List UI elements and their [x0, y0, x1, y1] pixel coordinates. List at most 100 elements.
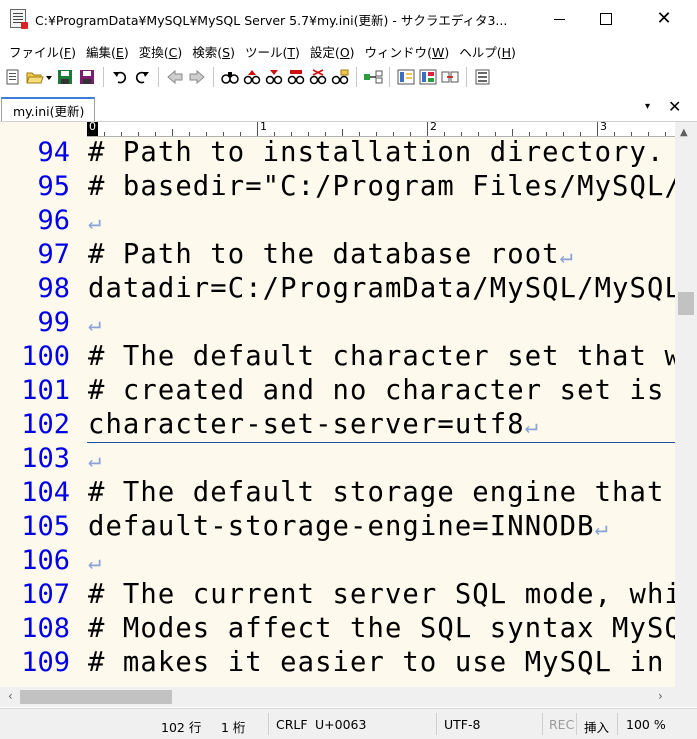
save-button[interactable]	[55, 66, 75, 88]
close-button[interactable]: ✕	[641, 0, 687, 38]
minimize-button[interactable]	[536, 0, 582, 38]
line-number[interactable]: 97	[0, 238, 70, 272]
editor-line[interactable]: 100 # The default character set that wi	[0, 340, 697, 374]
line-text: ↵	[88, 204, 102, 240]
status-zoom[interactable]: 100 %	[626, 717, 666, 732]
search-highlight-button[interactable]	[286, 66, 306, 88]
menu-item-s[interactable]: 検索(S)	[187, 42, 240, 61]
line-text: ↵	[88, 306, 102, 342]
search-clear-button[interactable]	[308, 66, 328, 88]
maximize-button[interactable]	[583, 0, 629, 38]
editor-line[interactable]: 108 # Modes affect the SQL syntax MySQL	[0, 612, 697, 646]
save-as-button[interactable]	[77, 66, 97, 88]
menu-item-t[interactable]: ツール(T)	[240, 42, 305, 61]
status-insert-mode[interactable]: 挿入	[584, 717, 609, 736]
eol-return-icon: ↵	[594, 516, 609, 541]
editor-line[interactable]: 95 # basedir="C:/Program Files/MySQL/M	[0, 170, 697, 204]
editor-line[interactable]: 109 # makes it easier to use MySQL in d	[0, 646, 697, 680]
grep-button[interactable]	[363, 66, 383, 88]
menu-item-f[interactable]: ファイル(F)	[4, 42, 81, 61]
editor-line[interactable]: 99 ↵	[0, 306, 675, 340]
ruler-mark-label: 1	[260, 122, 267, 133]
menu-item-label: ウィンドウ	[364, 44, 428, 60]
move-back-button[interactable]	[165, 66, 185, 88]
search-down-button[interactable]	[264, 66, 284, 88]
status-column: 1 桁	[221, 720, 246, 735]
replace-button[interactable]	[330, 66, 350, 88]
settings-list-button[interactable]	[473, 66, 493, 88]
tab-label: my.ini(更新)	[13, 103, 85, 119]
line-number[interactable]: 94	[0, 136, 70, 170]
eol-return-icon: ↵	[88, 210, 103, 235]
new-file-button[interactable]	[3, 66, 23, 88]
undo-button[interactable]	[110, 66, 130, 88]
line-number[interactable]: 96	[0, 204, 70, 238]
horizontal-scrollbar[interactable]: ‹ ›	[0, 687, 675, 707]
search-up-button[interactable]	[242, 66, 262, 88]
line-number[interactable]: 100	[0, 340, 70, 374]
line-number[interactable]: 101	[0, 374, 70, 408]
column-ruler[interactable]: 0 1 2 3	[87, 122, 675, 137]
menu-accelerator-key: C	[168, 44, 178, 60]
editor-line[interactable]: 101 # created and no character set is d	[0, 374, 697, 408]
editor-line[interactable]: 104 # The default storage engine that w	[0, 476, 697, 510]
line-number[interactable]: 105	[0, 510, 70, 544]
scroll-up-arrow-icon[interactable]: ▲	[680, 127, 688, 138]
editor-line[interactable]: 98 datadir=C:/ProgramData/MySQL/MySQL	[0, 272, 680, 306]
line-content: # The default storage engine that w	[88, 477, 697, 508]
editor-line[interactable]: 97 # Path to the database root↵	[0, 238, 675, 272]
tab-my-ini[interactable]: my.ini(更新)	[1, 97, 95, 121]
menu-item-label: ヘルプ	[459, 44, 497, 60]
horizontal-scroll-thumb[interactable]	[20, 690, 172, 704]
open-file-button[interactable]	[25, 66, 53, 88]
line-number[interactable]: 103	[0, 442, 70, 476]
move-forward-button[interactable]	[187, 66, 207, 88]
line-number[interactable]: 106	[0, 544, 70, 578]
toolbar-separator	[158, 67, 159, 87]
line-content: default-storage-engine=INNODB	[88, 511, 595, 542]
editor-line[interactable]: 107 # The current server SQL mode, whic	[0, 578, 697, 612]
line-number[interactable]: 99	[0, 306, 70, 340]
scroll-left-arrow-icon[interactable]: ‹	[8, 689, 13, 703]
menu-item-o[interactable]: 設定(O)	[305, 42, 360, 61]
tag-jump-button[interactable]	[440, 66, 460, 88]
redo-button[interactable]	[132, 66, 152, 88]
line-content: # Path to installation directory. A	[88, 137, 697, 168]
cursor-line-underline	[87, 442, 675, 443]
tab-close-icon[interactable]: ✕	[668, 97, 681, 116]
new-file-icon	[6, 69, 19, 85]
line-number[interactable]: 107	[0, 578, 70, 612]
editor-line[interactable]: 102 character-set-server=utf8↵	[0, 408, 675, 442]
menu-item-h[interactable]: ヘルプ(H)	[454, 42, 521, 61]
vertical-scrollbar[interactable]: ▲	[675, 122, 697, 687]
menu-item-w[interactable]: ウィンドウ(W)	[360, 42, 455, 61]
status-encoding[interactable]: UTF-8	[444, 717, 480, 732]
scroll-right-arrow-icon[interactable]: ›	[658, 689, 663, 703]
line-text: # The default character set that wi	[88, 340, 697, 376]
tab-list-dropdown-icon[interactable]: ▾	[645, 101, 650, 112]
line-number[interactable]: 98	[0, 272, 70, 306]
editor-line[interactable]: 106 ↵	[0, 544, 675, 578]
vertical-scroll-thumb[interactable]	[678, 292, 694, 315]
function-list-button[interactable]	[418, 66, 438, 88]
line-number[interactable]: 104	[0, 476, 70, 510]
line-number[interactable]: 108	[0, 612, 70, 646]
menu-item-c[interactable]: 変換(C)	[134, 42, 188, 61]
search-button[interactable]	[220, 66, 240, 88]
editor-line[interactable]: 103 ↵	[0, 442, 675, 476]
status-separator	[576, 713, 577, 735]
editor-line[interactable]: 105 default-storage-engine=INNODB↵	[0, 510, 675, 544]
line-content: # makes it easier to use MySQL in d	[88, 647, 697, 678]
status-eol-type[interactable]: CRLF	[276, 717, 308, 732]
line-number[interactable]: 109	[0, 646, 70, 680]
toolbar	[0, 63, 697, 91]
text-editor-area[interactable]: 0 1 2 3 94 # Path to installation directory…	[0, 122, 697, 687]
editor-line[interactable]: 94 # Path to installation directory. A	[0, 136, 697, 170]
line-number[interactable]: 102	[0, 408, 70, 442]
line-number[interactable]: 95	[0, 170, 70, 204]
status-separator	[542, 713, 543, 735]
menu-item-e[interactable]: 編集(E)	[81, 42, 134, 61]
sakura-editor-app-icon[interactable]	[10, 9, 28, 29]
editor-line[interactable]: 96 ↵	[0, 204, 675, 238]
outline-button[interactable]	[396, 66, 416, 88]
